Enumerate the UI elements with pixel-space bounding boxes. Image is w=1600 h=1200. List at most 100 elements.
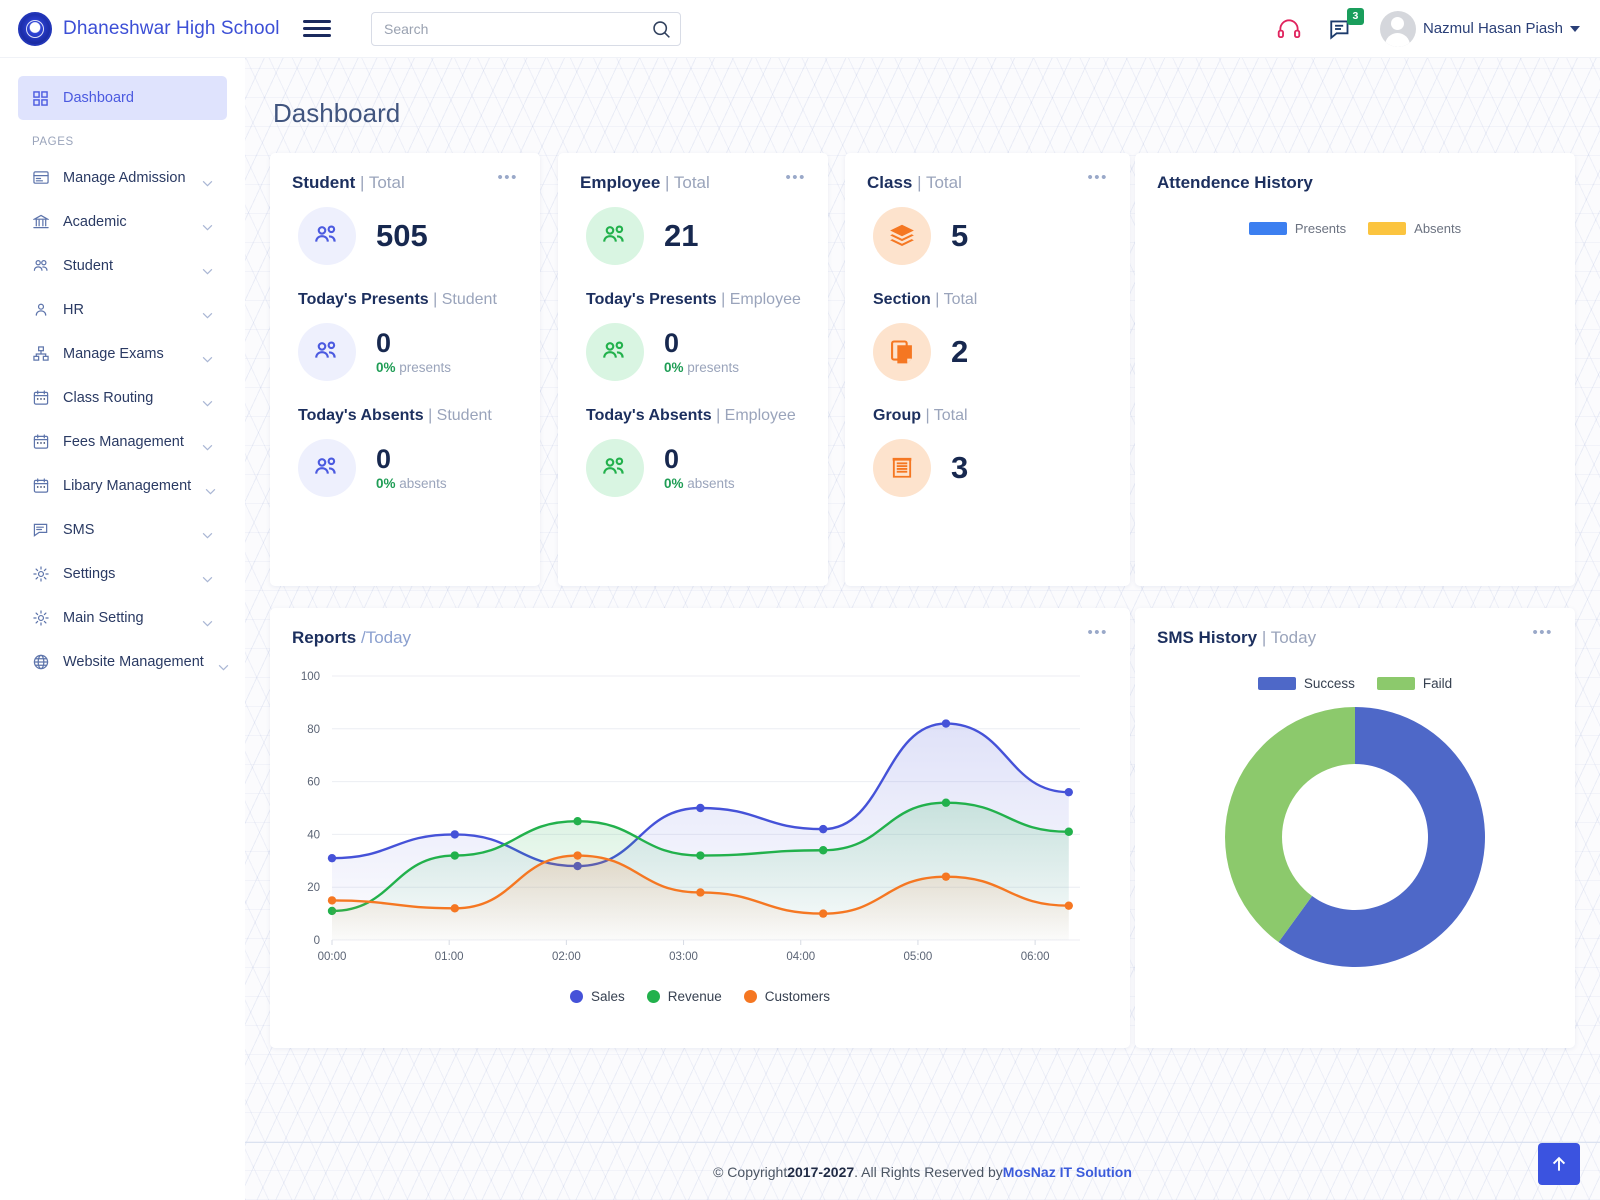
brand[interactable]: Dhaneshwar High School — [0, 11, 280, 46]
search-box[interactable] — [371, 11, 681, 46]
sidebar-toggle-button[interactable] — [303, 16, 331, 41]
card-header: Employee | Total ••• — [558, 153, 828, 193]
main-content: Dashboard Student | Total ••• 505 Today'… — [245, 58, 1600, 1200]
sidebar-item-hr[interactable]: HR — [18, 288, 227, 332]
group-value: 3 — [951, 450, 969, 485]
svg-text:100: 100 — [301, 671, 320, 683]
calendar-icon — [32, 390, 49, 407]
student-presents-label: Today's Presents | Student — [298, 291, 497, 308]
sidebar-item-settings[interactable]: Settings — [18, 552, 227, 596]
legend-label: Success — [1303, 676, 1355, 691]
sidebar-item-label: Dashboard — [63, 90, 134, 106]
calendar-icon — [32, 434, 49, 451]
chevron-down-icon — [1570, 25, 1580, 32]
reports-title: Reports /Today — [292, 628, 412, 647]
globe-icon — [32, 654, 49, 671]
messages-icon[interactable]: 3 — [1328, 7, 1364, 42]
sidebar-item-sms[interactable]: SMS — [18, 508, 227, 552]
student-absents-value: 0 — [376, 443, 392, 474]
legend-swatch-faild — [1376, 677, 1415, 690]
legend-item-faild[interactable]: Faild — [1376, 676, 1452, 691]
legend-item-sales[interactable]: Sales — [569, 989, 625, 1004]
sidebar-item-label: Manage Exams — [63, 346, 164, 362]
sidebar-item-dashboard[interactable]: Dashboard — [18, 76, 227, 120]
search-input[interactable] — [372, 12, 680, 45]
avatar — [1379, 10, 1416, 47]
employee-total-value: 21 — [664, 218, 699, 253]
support-headset-icon[interactable] — [1276, 16, 1302, 42]
svg-text:60: 60 — [307, 777, 320, 789]
sidebar-item-class-routing[interactable]: Class Routing — [18, 376, 227, 420]
svg-text:80: 80 — [307, 724, 320, 736]
chevron-down-icon — [202, 571, 213, 583]
employees-group-icon — [586, 439, 644, 497]
sidebar-item-fees-management[interactable]: Fees Management — [18, 420, 227, 464]
svg-text:06:00: 06:00 — [1021, 951, 1050, 963]
sidebar: Dashboard PAGES Manage Admission Academic… — [0, 58, 245, 1200]
attendence-chart-plot — [1135, 236, 1575, 536]
sidebar-item-website-management[interactable]: Website Management — [18, 640, 229, 684]
sidebar-section-pages: PAGES — [32, 136, 74, 148]
legend-item-customers[interactable]: Customers — [743, 989, 830, 1004]
employee-absents-value: 0 — [664, 443, 680, 474]
grid-icon — [32, 90, 49, 107]
svg-text:01:00: 01:00 — [435, 951, 464, 963]
card-header: Attendence History — [1135, 153, 1575, 193]
sidebar-item-student[interactable]: Student — [18, 244, 227, 288]
employees-group-icon — [586, 207, 644, 265]
employee-presents-sub: 0% presents — [664, 360, 740, 376]
brand-name: Dhaneshwar High School — [63, 17, 280, 39]
search-icon[interactable] — [651, 19, 672, 40]
students-icon — [32, 258, 49, 275]
user-menu[interactable]: Nazmul Hasan Piash — [1379, 10, 1580, 47]
employee-presents-value: 0 — [664, 327, 680, 358]
sidebar-item-label: Settings — [63, 566, 116, 582]
chevron-down-icon — [218, 659, 229, 671]
sidebar-item-manage-admission[interactable]: Manage Admission — [18, 156, 227, 200]
card-options-button[interactable]: ••• — [785, 170, 806, 185]
sidebar-item-label: Website Management — [63, 654, 204, 670]
legend-item-success[interactable]: Success — [1257, 676, 1355, 691]
chevron-down-icon — [205, 483, 216, 495]
attendence-history-title: Attendence History — [1157, 173, 1313, 192]
card-title: Class | Total — [867, 173, 962, 192]
students-group-icon — [298, 207, 356, 265]
gear-icon — [32, 610, 49, 627]
reports-legend: Sales Revenue Customers — [270, 989, 1130, 1004]
legend-item-presents[interactable]: Presents — [1248, 221, 1347, 236]
chevron-down-icon — [202, 439, 213, 451]
student-total-value: 505 — [376, 218, 428, 253]
footer-company-link[interactable]: MosNaz IT Solution — [1003, 1164, 1132, 1180]
chat-icon — [32, 522, 49, 539]
note-pages-icon — [873, 323, 931, 381]
reports-line-chart: 0 20 40 60 80 100 00:00 01:00 02:00 03:00 04:00 05:… — [301, 671, 1080, 963]
sidebar-item-label: Manage Admission — [63, 170, 186, 186]
sidebar-item-academic[interactable]: Academic — [18, 200, 227, 244]
employee-stat-card: Employee | Total ••• 21 Today's Presents… — [558, 153, 828, 586]
sidebar-item-main-setting[interactable]: Main Setting — [18, 596, 227, 640]
sms-history-title: SMS History | Today — [1157, 628, 1317, 647]
svg-text:00:00: 00:00 — [318, 951, 347, 963]
legend-item-revenue[interactable]: Revenue — [646, 989, 722, 1004]
legend-label: Presents — [1294, 221, 1347, 236]
card-options-button[interactable]: ••• — [1532, 625, 1553, 640]
legend-swatch-presents — [1248, 222, 1287, 235]
gear-icon — [32, 566, 49, 583]
legend-item-absents[interactable]: Absents — [1368, 221, 1461, 236]
card-title: Employee | Total — [580, 173, 710, 192]
card-options-button[interactable]: ••• — [1087, 170, 1108, 185]
card-options-button[interactable]: ••• — [497, 170, 518, 185]
student-presents-row: 0 0% presents — [270, 309, 540, 381]
svg-text:04:00: 04:00 — [786, 951, 815, 963]
legend-swatch-absents — [1368, 222, 1407, 235]
student-presents-value: 0 — [376, 327, 392, 358]
student-absents-label: Today's Absents | Student — [298, 407, 492, 424]
message-count-badge: 3 — [1346, 7, 1364, 25]
card-options-button[interactable]: ••• — [1087, 625, 1108, 640]
card-title-main: Student — [292, 173, 356, 192]
layers-icon — [873, 207, 931, 265]
sidebar-item-libary-management[interactable]: Libary Management — [18, 464, 227, 508]
footer-copyright-mid: . All Rights Reserved by — [854, 1163, 1003, 1180]
user-name-label: Nazmul Hasan Piash — [1422, 20, 1563, 37]
sidebar-item-manage-exams[interactable]: Manage Exams — [18, 332, 227, 376]
